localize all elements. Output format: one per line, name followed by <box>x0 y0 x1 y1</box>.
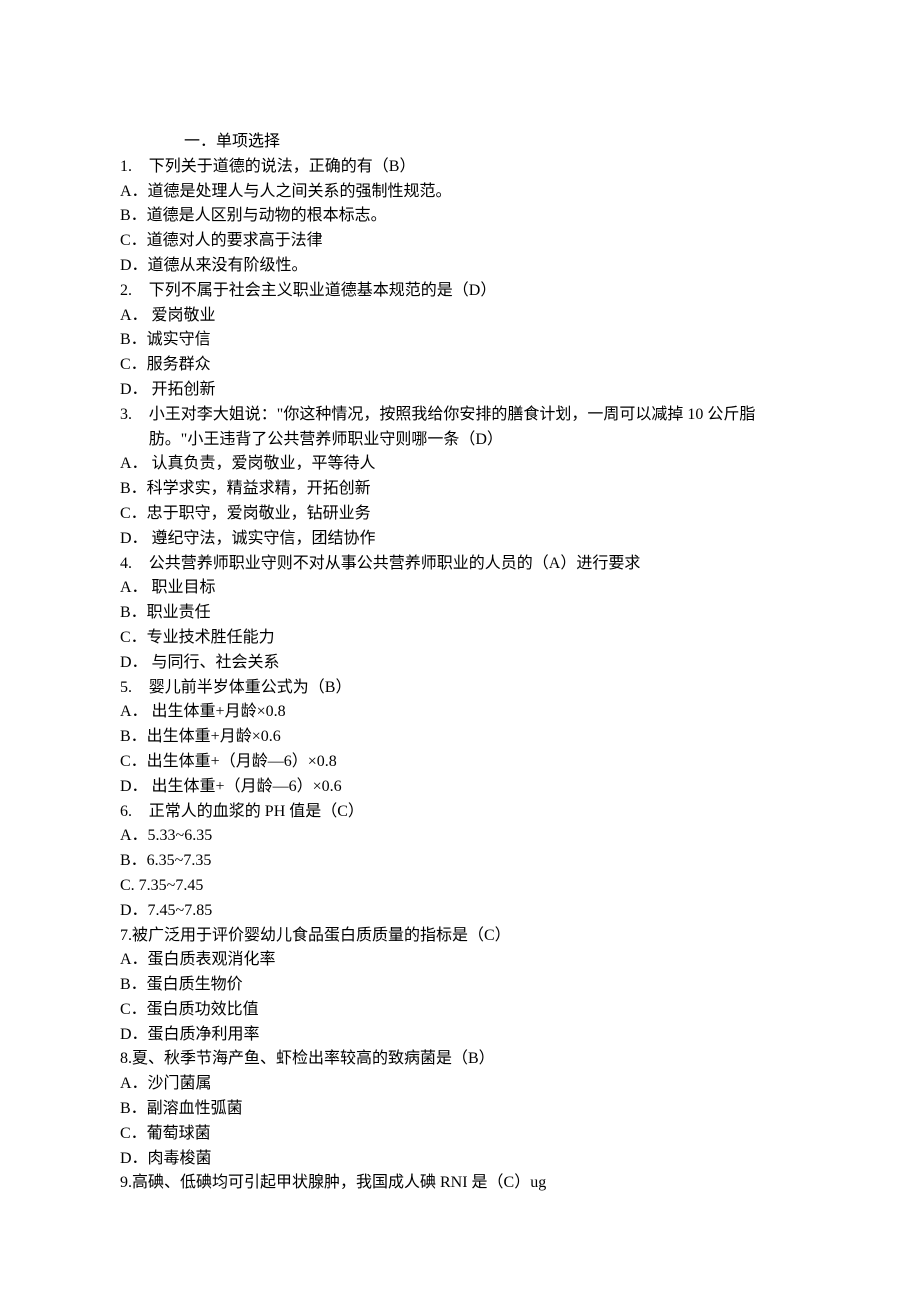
question-number: 3. <box>120 403 149 428</box>
question-number: 2. <box>120 279 149 304</box>
question-stem: 9.高碘、低碘均可引起甲状腺肿，我国成人碘 RNI 是（C）ug <box>120 1171 800 1196</box>
question-option: A． 职业目标 <box>120 576 800 601</box>
question-option: B．道德是人区别与动物的根本标志。 <box>120 204 800 229</box>
question-option: C．专业技术胜任能力 <box>120 626 800 651</box>
question-text-continuation: 肪。"小王违背了公共营养师职业守则哪一条（D） <box>120 428 800 453</box>
question-stem: 2.下列不属于社会主义职业道德基本规范的是（D） <box>120 279 800 304</box>
question-option: C．出生体重+（月龄—6）×0.8 <box>120 750 800 775</box>
question-option: C．葡萄球菌 <box>120 1122 800 1147</box>
question-text: 下列关于道德的说法，正确的有（B） <box>149 155 800 180</box>
question-option: C．蛋白质功效比值 <box>120 998 800 1023</box>
question-option: A．沙门菌属 <box>120 1072 800 1097</box>
question-option: A．蛋白质表观消化率 <box>120 948 800 973</box>
question-option: B．职业责任 <box>120 601 800 626</box>
question-option: B．6.35~7.35 <box>120 849 800 874</box>
question-text: 正常人的血浆的 PH 值是（C） <box>149 800 800 825</box>
question-number: 1. <box>120 155 149 180</box>
question-number: 5. <box>120 676 149 701</box>
question-option: B．出生体重+月龄×0.6 <box>120 725 800 750</box>
question-option: D． 开拓创新 <box>120 378 800 403</box>
question-option: D．蛋白质净利用率 <box>120 1023 800 1048</box>
section-title: 一．单项选择 <box>120 130 800 155</box>
question-stem: 1.下列关于道德的说法，正确的有（B） <box>120 155 800 180</box>
question-option: C．服务群众 <box>120 353 800 378</box>
question-text: 下列不属于社会主义职业道德基本规范的是（D） <box>149 279 800 304</box>
question-option: D． 遵纪守法，诚实守信，团结协作 <box>120 527 800 552</box>
question-option: D．道德从来没有阶级性。 <box>120 254 800 279</box>
document-page: 一．单项选择 1.下列关于道德的说法，正确的有（B）A．道德是处理人与人之间关系… <box>0 0 920 1256</box>
question-option: D． 与同行、社会关系 <box>120 651 800 676</box>
question-stem: 4.公共营养师职业守则不对从事公共营养师职业的人员的（A）进行要求 <box>120 552 800 577</box>
question-option: B．副溶血性弧菌 <box>120 1097 800 1122</box>
question-text: 公共营养师职业守则不对从事公共营养师职业的人员的（A）进行要求 <box>149 552 800 577</box>
question-option: B．诚实守信 <box>120 328 800 353</box>
question-option: A． 认真负责，爱岗敬业，平等待人 <box>120 452 800 477</box>
question-stem: 3.小王对李大姐说："你这种情况，按照我给你安排的膳食计划，一周可以减掉 10 … <box>120 403 800 428</box>
question-option: D．7.45~7.85 <box>120 899 800 924</box>
question-stem: 6.正常人的血浆的 PH 值是（C） <box>120 800 800 825</box>
question-stem: 8.夏、秋季节海产鱼、虾检出率较高的致病菌是（B） <box>120 1047 800 1072</box>
question-option: C. 7.35~7.45 <box>120 874 800 899</box>
question-option: C．忠于职守，爱岗敬业，钻研业务 <box>120 502 800 527</box>
question-stem: 7.被广泛用于评价婴幼儿食品蛋白质质量的指标是（C） <box>120 924 800 949</box>
question-number: 6. <box>120 800 149 825</box>
question-option: A． 爱岗敬业 <box>120 304 800 329</box>
question-option: A．道德是处理人与人之间关系的强制性规范。 <box>120 180 800 205</box>
question-list: 1.下列关于道德的说法，正确的有（B）A．道德是处理人与人之间关系的强制性规范。… <box>120 155 800 1196</box>
question-text: 婴儿前半岁体重公式为（B） <box>149 676 800 701</box>
question-option: D． 出生体重+（月龄—6）×0.6 <box>120 775 800 800</box>
question-number: 4. <box>120 552 149 577</box>
question-option: A． 出生体重+月龄×0.8 <box>120 700 800 725</box>
question-option: B．科学求实，精益求精，开拓创新 <box>120 477 800 502</box>
question-option: D．肉毒梭菌 <box>120 1147 800 1172</box>
question-stem: 5.婴儿前半岁体重公式为（B） <box>120 676 800 701</box>
question-option: A．5.33~6.35 <box>120 824 800 849</box>
question-text: 小王对李大姐说："你这种情况，按照我给你安排的膳食计划，一周可以减掉 10 公斤… <box>149 403 800 428</box>
question-option: B．蛋白质生物价 <box>120 973 800 998</box>
question-option: C．道德对人的要求高于法律 <box>120 229 800 254</box>
